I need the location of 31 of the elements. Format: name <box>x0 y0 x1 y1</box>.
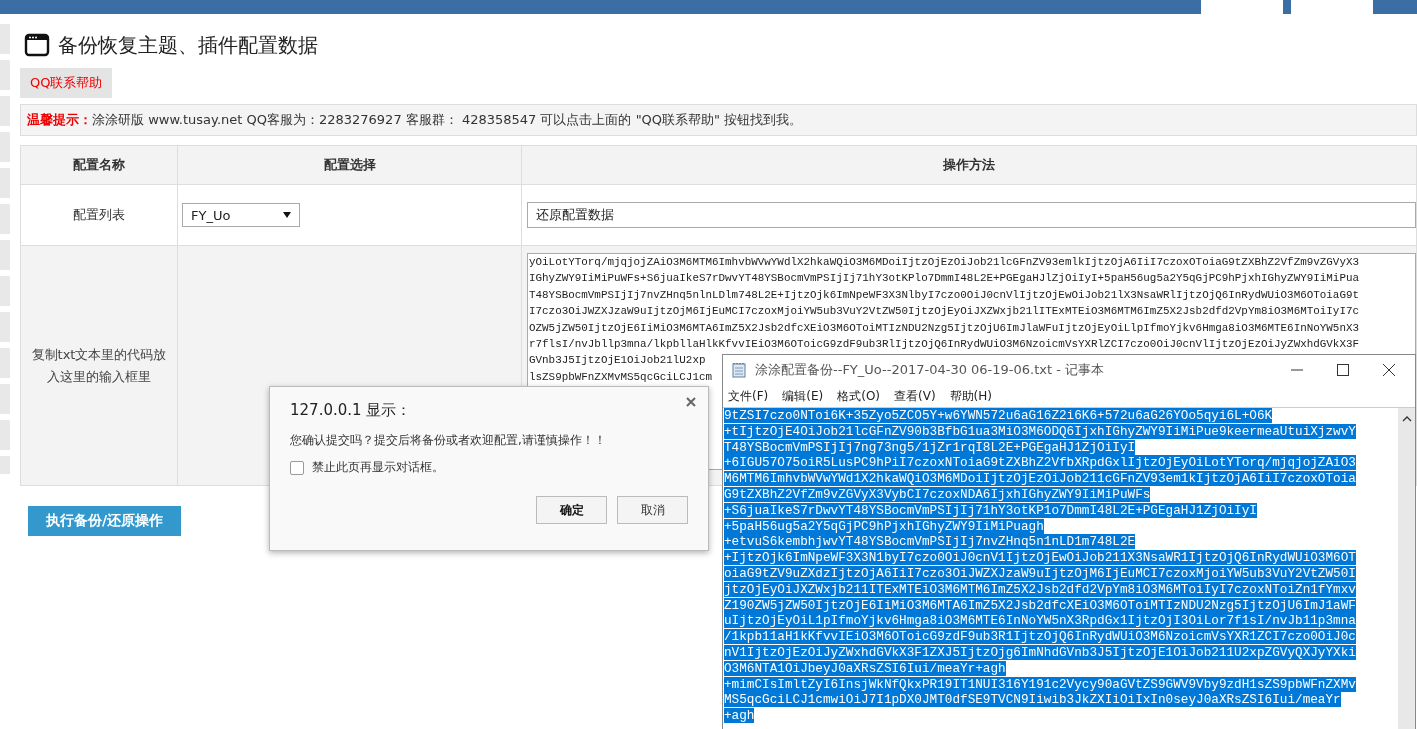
help-button[interactable]: QQ联系帮助 <box>20 68 113 98</box>
maximize-icon[interactable] <box>1337 364 1349 376</box>
menu-item[interactable]: 查看(V) <box>894 387 936 405</box>
column-header: 配置名称 <box>20 145 178 185</box>
menu-item[interactable]: 格式(O) <box>837 387 881 405</box>
input-field[interactable]: 还原配置数据 <box>527 202 1416 228</box>
column-header: 配置选择 <box>177 145 522 185</box>
checkbox-label: 禁止此页再显示对话框。 <box>312 459 444 476</box>
caret-icon <box>283 212 291 218</box>
close-icon[interactable] <box>686 397 696 407</box>
dialog-title: 127.0.0.1 显示： <box>290 401 413 420</box>
menu-item[interactable]: 编辑(E) <box>782 387 824 405</box>
dialog-message: 您确认提交吗？提交后将备份或者欢迎配置,请谨慎操作！！ <box>290 432 607 449</box>
window-icon <box>24 32 50 58</box>
config-select[interactable]: FY_Uo <box>182 203 300 227</box>
table-cell: 复制txt文本里的代码放入这里的输入框里 <box>20 245 178 486</box>
column-header: 操作方法 <box>521 145 1417 185</box>
menu-item[interactable]: 帮助(H) <box>949 387 992 405</box>
menu-item[interactable]: 文件(F) <box>728 387 769 405</box>
dialog-button[interactable]: 确定 <box>536 496 607 524</box>
window-title: 涂涂配置备份--FY_Uo--2017-04-30 06-19-06.txt - 记事本 <box>755 361 1105 379</box>
scroll-up-icon[interactable] <box>1401 416 1412 422</box>
notice-label: 温馨提示： <box>27 112 92 127</box>
table-cell: 配置列表 <box>20 184 178 246</box>
scrollbar[interactable] <box>1398 408 1415 729</box>
checkbox[interactable] <box>290 460 304 475</box>
close-icon[interactable] <box>1383 364 1395 376</box>
dialog-button[interactable]: 取消 <box>617 496 688 524</box>
notepad-icon <box>731 362 747 378</box>
notice-text: 涂涂研版 www.tusay.net QQ客服为：2283276927 客服群： 428358547 可以点击上面的 "QQ联系帮助" 按钮找到我。 <box>92 112 803 127</box>
page-title: 备份恢复主题、插件配置数据 <box>58 31 318 59</box>
